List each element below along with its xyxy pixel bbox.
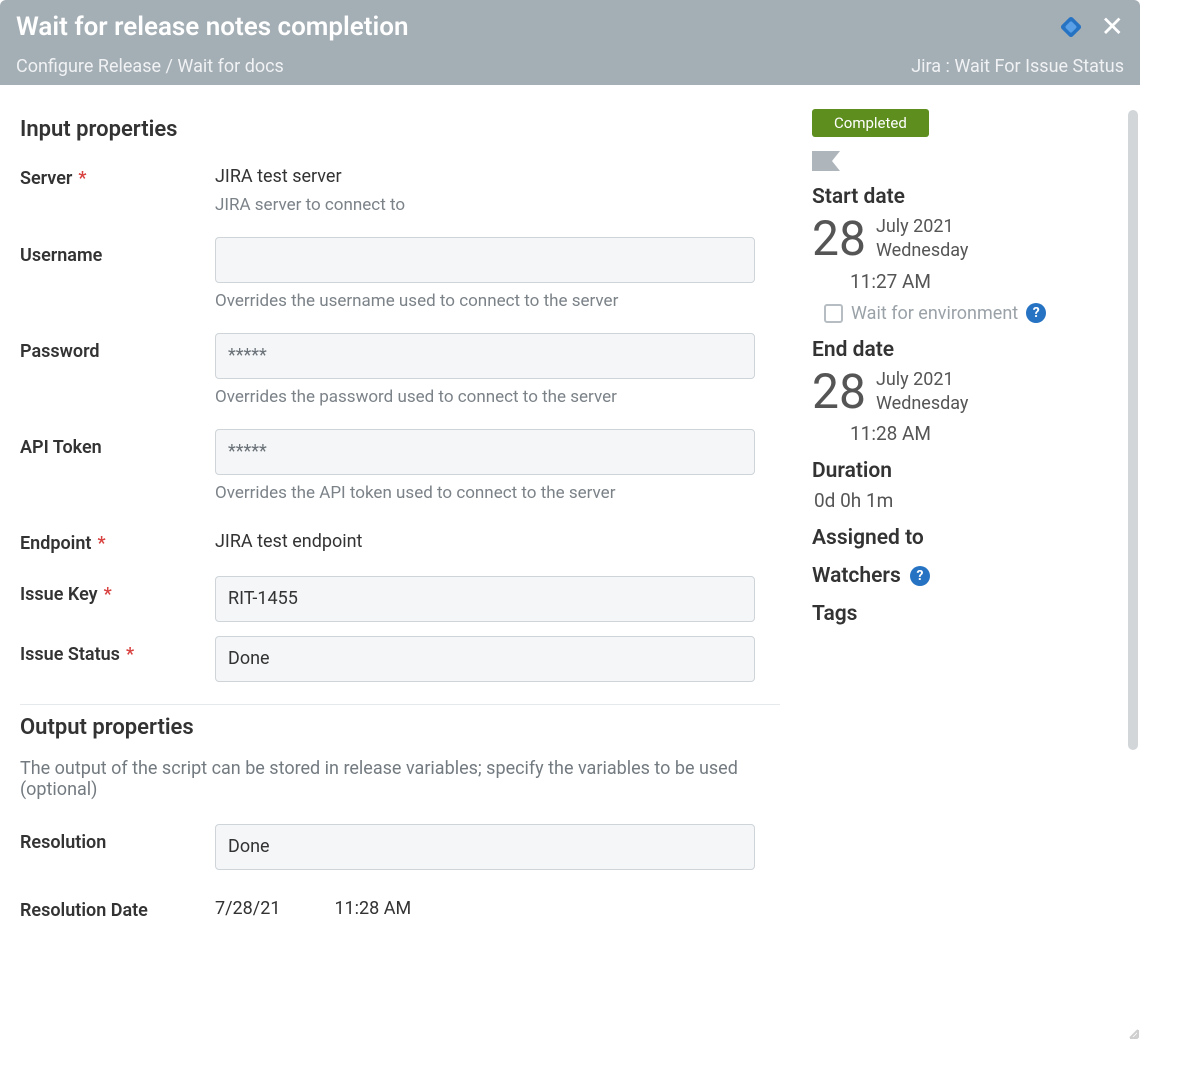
assigned-to-label: Assigned to (812, 526, 1120, 550)
close-icon[interactable]: ✕ (1101, 13, 1124, 41)
username-hint: Overrides the username used to connect t… (215, 291, 780, 311)
input-properties-heading: Input properties (20, 117, 780, 142)
help-icon[interactable]: ? (910, 566, 930, 586)
scrollbar-track[interactable] (1128, 110, 1138, 1030)
issue-key-label: Issue Key* (20, 576, 215, 605)
resolution-date-value: 7/28/2111:28 AM (215, 892, 780, 919)
side-panel: Completed Start date 28 July 2021 Wednes… (800, 85, 1140, 1025)
username-input[interactable] (215, 237, 755, 283)
server-hint: JIRA server to connect to (215, 195, 780, 215)
help-icon[interactable]: ? (1026, 303, 1046, 323)
resolution-input[interactable]: Done (215, 824, 755, 870)
main-panel: Input properties Server* JIRA test serve… (0, 85, 800, 1025)
modal-header: Wait for release notes completion ✕ Conf… (0, 0, 1140, 85)
api-token-input[interactable]: ***** (215, 429, 755, 475)
resize-handle-icon[interactable] (1116, 1016, 1140, 1040)
api-token-hint: Overrides the API token used to connect … (215, 483, 780, 503)
issue-status-label: Issue Status* (20, 636, 215, 665)
resolution-date-label: Resolution Date (20, 892, 215, 921)
server-value[interactable]: JIRA test server (215, 160, 780, 187)
issue-status-input[interactable]: Done (215, 636, 755, 682)
task-type-label: Jira : Wait For Issue Status (911, 56, 1124, 77)
section-divider (20, 704, 780, 705)
output-properties-heading: Output properties (20, 715, 780, 740)
endpoint-value[interactable]: JIRA test endpoint (215, 525, 780, 552)
jira-logo-icon (1057, 13, 1085, 41)
username-label: Username (20, 237, 215, 266)
start-time: 11:27 AM (850, 270, 1120, 293)
flag-icon[interactable] (812, 151, 840, 171)
resolution-label: Resolution (20, 824, 215, 853)
start-date-label: Start date (812, 185, 1120, 209)
breadcrumb[interactable]: Configure Release / Wait for docs (16, 56, 284, 77)
output-properties-description: The output of the script can be stored i… (20, 758, 780, 800)
scrollbar-thumb[interactable] (1128, 110, 1138, 750)
duration-value: 0d 0h 1m (814, 489, 1120, 512)
end-date-label: End date (812, 338, 1120, 362)
server-label: Server* (20, 160, 215, 189)
end-time: 11:28 AM (850, 422, 1120, 445)
duration-label: Duration (812, 459, 1120, 483)
wait-env-checkbox[interactable] (824, 304, 843, 323)
password-input[interactable]: ***** (215, 333, 755, 379)
task-details-modal: Wait for release notes completion ✕ Conf… (0, 0, 1140, 1040)
wait-for-environment-row[interactable]: Wait for environment ? (824, 303, 1120, 324)
password-hint: Overrides the password used to connect t… (215, 387, 780, 407)
end-date-value: 28 July 2021 Wednesday (812, 368, 1120, 417)
watchers-label: Watchers ? (812, 564, 1120, 588)
modal-title: Wait for release notes completion (16, 12, 408, 42)
endpoint-label: Endpoint* (20, 525, 215, 554)
issue-key-input[interactable]: RIT-1455 (215, 576, 755, 622)
api-token-label: API Token (20, 429, 215, 458)
tags-label: Tags (812, 602, 1120, 626)
password-label: Password (20, 333, 215, 362)
wait-env-label: Wait for environment (851, 303, 1018, 324)
status-badge: Completed (812, 109, 929, 137)
start-date-value: 28 July 2021 Wednesday (812, 215, 1120, 264)
